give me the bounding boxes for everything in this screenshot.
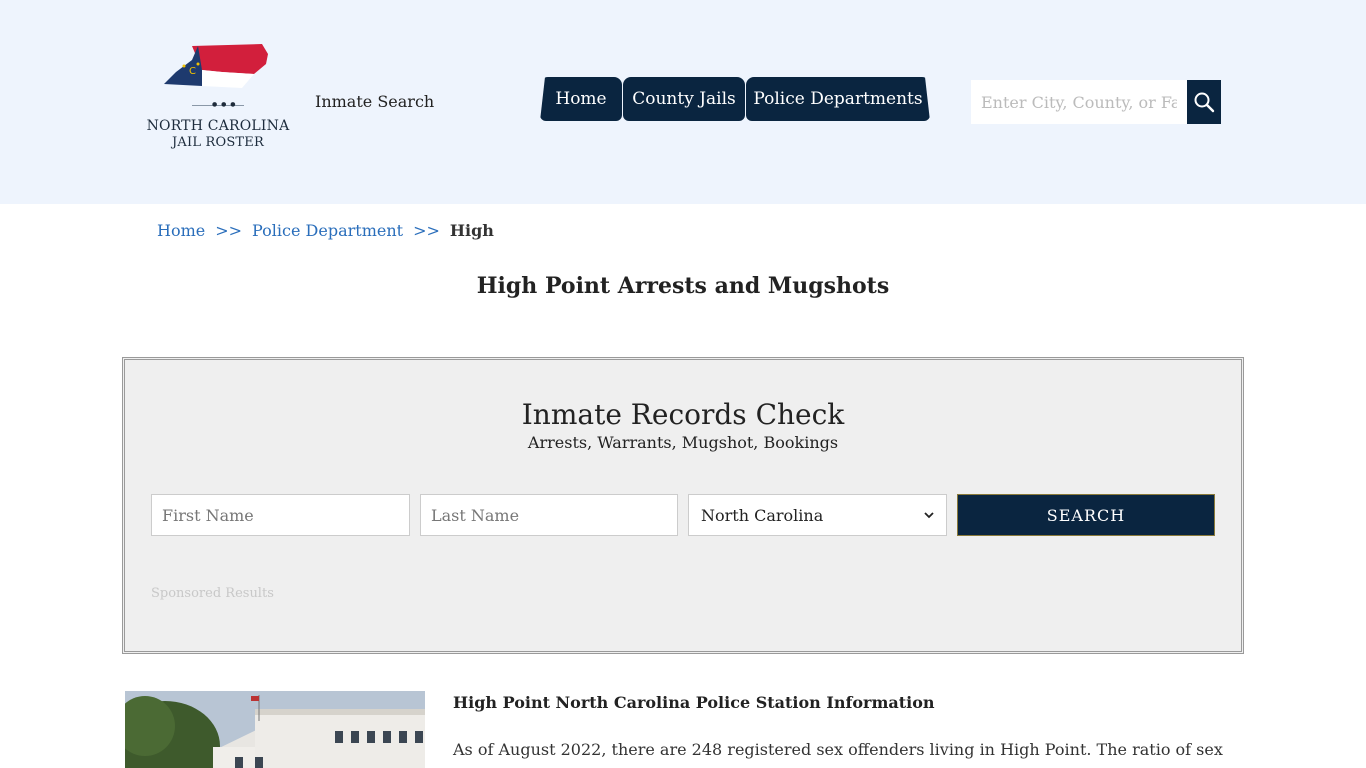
logo-dots: ● ● ● [212,101,237,108]
breadcrumb-current: High [449,221,494,240]
logo-title-line2: JAIL ROSTER [171,135,264,150]
breadcrumb-home[interactable]: Home [157,221,205,240]
logo-badge: C [189,66,196,77]
last-name-field[interactable] [420,494,678,536]
nav-county-jails[interactable]: County Jails [623,77,745,121]
breadcrumb-separator: >> [413,221,440,240]
breadcrumb-separator: >> [215,221,243,240]
site-header: C ● ● ● NORTH CAROLINA JAIL ROSTER Inmat… [0,0,1366,204]
police-building-photo [125,691,425,768]
nav-police-departments[interactable]: Police Departments [746,77,930,121]
records-search-button[interactable]: SEARCH [957,494,1215,536]
breadcrumb: Home >> Police Department >> High [157,221,494,240]
breadcrumb-police-department[interactable]: Police Department [252,221,403,240]
inmate-search-link[interactable]: Inmate Search [315,92,434,111]
state-select-value: North Carolina [701,505,824,525]
records-check-title: Inmate Records Check [521,398,845,431]
station-info-title: High Point North Carolina Police Station… [453,693,935,712]
north-carolina-state-flag-icon: C [164,44,268,88]
site-search-input[interactable] [971,80,1187,124]
site-logo[interactable]: C ● ● ● NORTH CAROLINA JAIL ROSTER [140,42,296,154]
records-check-subtitle: Arrests, Warrants, Mugshot, Bookings [527,433,839,452]
state-select[interactable]: North Carolina [688,494,947,536]
page-title: High Point Arrests and Mugshots [476,273,890,299]
station-info-paragraph: As of August 2022, there are 248 registe… [453,740,1223,768]
site-search-button[interactable] [1187,80,1221,124]
nav-home[interactable]: Home [540,77,622,121]
chevron-down-icon [924,512,934,519]
first-name-field[interactable] [151,494,410,536]
logo-title-line1: NORTH CAROLINA [146,118,290,134]
sponsored-results-label: Sponsored Results [151,586,274,601]
search-icon [1194,92,1215,113]
records-check-panel: Inmate Records Check Arrests, Warrants, … [122,357,1244,654]
